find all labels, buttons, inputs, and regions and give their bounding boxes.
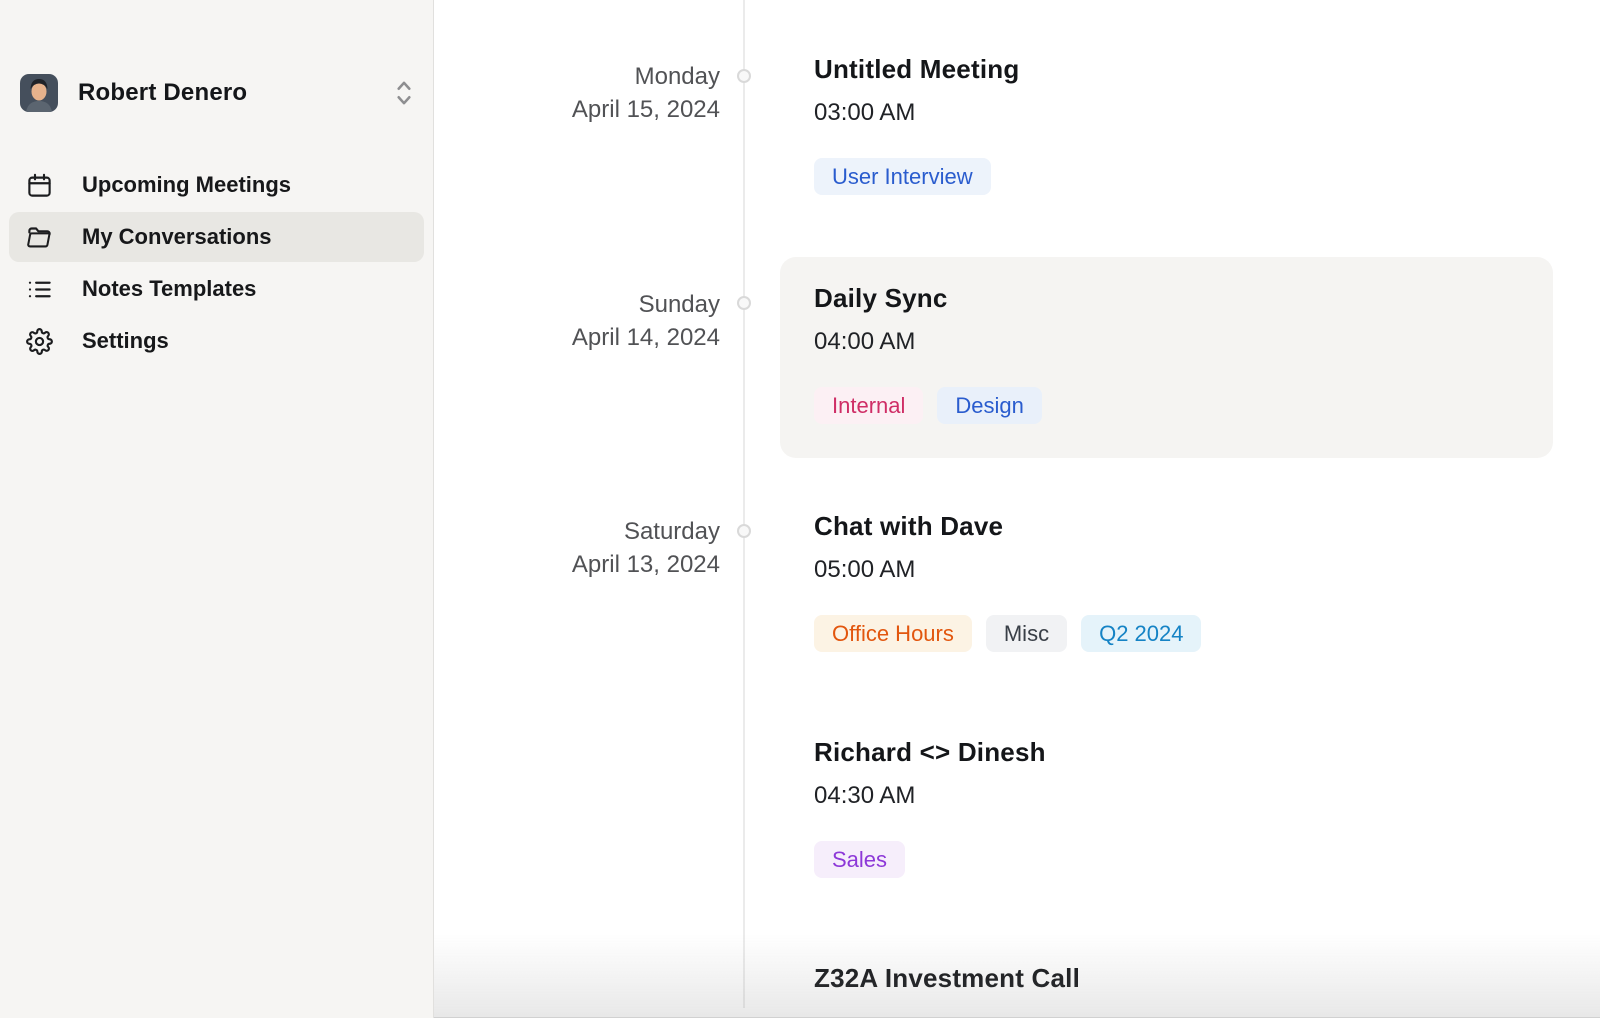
meeting-title: Daily Sync (814, 282, 1517, 314)
meeting-tags: Sales (814, 841, 1600, 878)
conversations-timeline: Monday April 15, 2024 Untitled Meeting 0… (434, 0, 1600, 1018)
meeting-item-chat-with-dave[interactable]: Chat with Dave 05:00 AM Office Hours Mis… (814, 510, 1600, 652)
timeline-group-april-13: Saturday April 13, 2024 Chat with Dave 0… (434, 510, 1600, 1018)
meeting-tags: User Interview (814, 158, 1600, 195)
weekday-label: Sunday (434, 288, 720, 321)
user-name: Robert Denero (78, 79, 371, 107)
tag-internal[interactable]: Internal (814, 387, 923, 424)
meeting-item-untitled-meeting[interactable]: Untitled Meeting 03:00 AM User Interview (814, 53, 1600, 195)
timeline-dot (737, 296, 751, 310)
workspace-switcher[interactable]: Robert Denero (20, 74, 417, 112)
date-label: Saturday April 13, 2024 (434, 510, 743, 1018)
sidebar-item-notes-templates[interactable]: Notes Templates (9, 264, 424, 314)
date-text: April 15, 2024 (434, 93, 720, 126)
meeting-time: 04:00 AM (814, 327, 1517, 357)
meeting-title: Z32A Investment Call (814, 962, 1600, 994)
meeting-time: 04:30 AM (814, 781, 1600, 811)
list-icon (26, 276, 53, 303)
tag-sales[interactable]: Sales (814, 841, 905, 878)
calendar-icon (26, 172, 53, 199)
tag-user-interview[interactable]: User Interview (814, 158, 991, 195)
meeting-item-daily-sync[interactable]: Daily Sync 04:00 AM Internal Design (780, 257, 1553, 458)
sidebar-nav: Upcoming Meetings My Conversations (0, 160, 433, 366)
chevron-up-down-icon[interactable] (391, 78, 417, 108)
meeting-tags: Office Hours Misc Q2 2024 (814, 615, 1600, 652)
date-text: April 14, 2024 (434, 321, 720, 354)
timeline-group-april-14: Sunday April 14, 2024 Daily Sync 04:00 A… (434, 257, 1600, 458)
date-label: Sunday April 14, 2024 (434, 257, 743, 458)
gear-icon (26, 328, 53, 355)
timeline-dot (737, 69, 751, 83)
meeting-item-richard-dinesh[interactable]: Richard <> Dinesh 04:30 AM Sales (814, 736, 1600, 878)
tag-office-hours[interactable]: Office Hours (814, 615, 972, 652)
sidebar-item-label: Settings (82, 328, 169, 354)
meeting-time: 03:00 AM (814, 98, 1600, 128)
app-window: Robert Denero Upcoming Meet (0, 0, 1600, 1018)
sidebar-item-my-conversations[interactable]: My Conversations (9, 212, 424, 262)
meeting-time: 05:00 AM (814, 555, 1600, 585)
meeting-title: Richard <> Dinesh (814, 736, 1600, 768)
tag-misc[interactable]: Misc (986, 615, 1067, 652)
meeting-title: Chat with Dave (814, 510, 1600, 542)
tag-q2-2024[interactable]: Q2 2024 (1081, 615, 1201, 652)
meeting-item-z32a-investment-call[interactable]: Z32A Investment Call (814, 962, 1600, 994)
avatar (20, 74, 58, 112)
sidebar-item-settings[interactable]: Settings (9, 316, 424, 366)
meeting-title: Untitled Meeting (814, 53, 1600, 85)
date-text: April 13, 2024 (434, 548, 720, 581)
date-label: Monday April 15, 2024 (434, 53, 743, 195)
tag-design[interactable]: Design (937, 387, 1041, 424)
weekday-label: Monday (434, 60, 720, 93)
sidebar: Robert Denero Upcoming Meet (0, 0, 434, 1018)
weekday-label: Saturday (434, 515, 720, 548)
timeline-group-april-15: Monday April 15, 2024 Untitled Meeting 0… (434, 53, 1600, 195)
sidebar-item-label: Upcoming Meetings (82, 172, 291, 198)
meeting-tags: Internal Design (814, 387, 1517, 424)
sidebar-item-upcoming-meetings[interactable]: Upcoming Meetings (9, 160, 424, 210)
folder-icon (26, 224, 53, 251)
timeline-dot (737, 524, 751, 538)
sidebar-item-label: Notes Templates (82, 276, 256, 302)
sidebar-item-label: My Conversations (82, 224, 272, 250)
